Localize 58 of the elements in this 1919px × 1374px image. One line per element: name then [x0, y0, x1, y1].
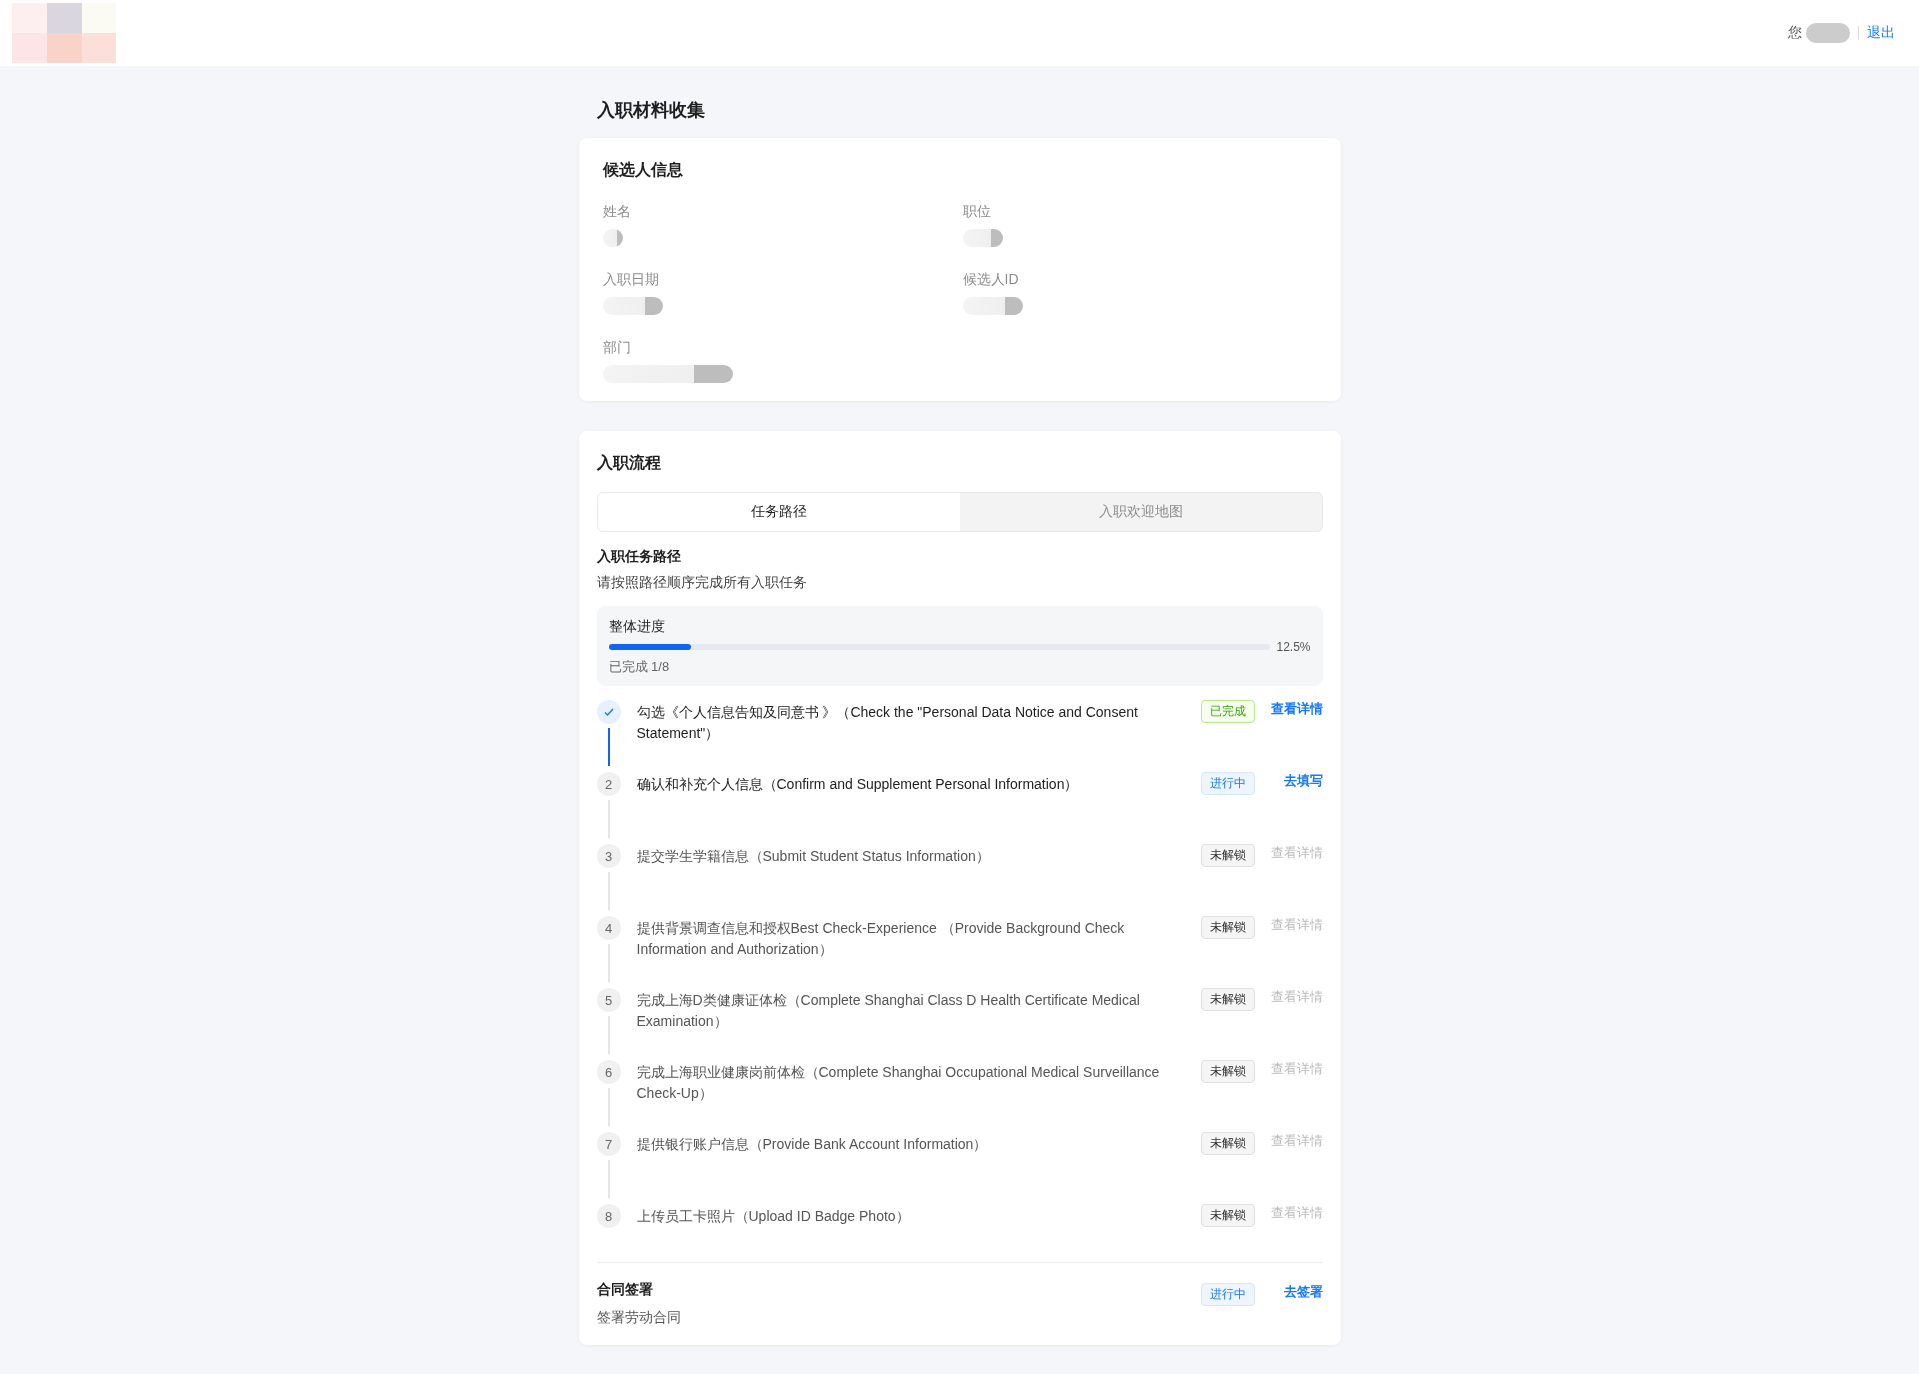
- step-number: 6: [596, 1060, 621, 1084]
- redacted-value: [962, 297, 1023, 315]
- status-tag: 已完成: [1200, 700, 1255, 723]
- contract-title: 合同签署: [596, 1281, 654, 1299]
- logout-link[interactable]: 退出: [1867, 24, 1895, 42]
- progress-percent: 12.5%: [1276, 640, 1311, 654]
- section-title: 入职任务路径: [596, 548, 682, 566]
- status-tag: 未解锁: [1200, 1060, 1255, 1083]
- card-title: 候选人信息: [601, 160, 684, 180]
- redacted-value: [602, 297, 663, 315]
- step-text: 提供背景调查信息和授权Best Check-Experience （Provide Background Check Information and Authorization）: [636, 919, 1126, 959]
- status-tag: 未解锁: [1200, 988, 1255, 1011]
- user-avatar: [1806, 23, 1850, 43]
- sign-link[interactable]: 去签署: [1270, 1283, 1323, 1301]
- step-link[interactable]: 查看详情: [1270, 1060, 1323, 1078]
- progress-label: 整体进度: [608, 618, 666, 636]
- tab[interactable]: 入职欢迎地图: [959, 493, 1322, 531]
- page-title: 入职材料收集: [596, 99, 706, 122]
- step-number: 8: [596, 1204, 621, 1228]
- status-tag: 进行中: [1200, 772, 1255, 795]
- field-label: 候选人ID: [962, 271, 1020, 289]
- step-link[interactable]: 去填写: [1270, 772, 1323, 790]
- redacted-value: [602, 229, 623, 247]
- field-label: 部门: [602, 339, 632, 357]
- field-label: 职位: [962, 203, 992, 221]
- step-text: 完成上海职业健康岗前体检（Complete Shanghai Occupational Medical Surveillance Check-Up）: [636, 1063, 1161, 1103]
- step-number: 2: [596, 772, 621, 796]
- tab[interactable]: 任务路径: [597, 493, 960, 531]
- status-tag: 未解锁: [1200, 916, 1255, 939]
- step-link[interactable]: 查看详情: [1270, 700, 1323, 718]
- status-tag: 未解锁: [1200, 844, 1255, 867]
- check-icon: [596, 700, 621, 724]
- step-text: 提供银行账户信息（Provide Bank Account Information）: [636, 1135, 989, 1154]
- step-number: 5: [596, 988, 621, 1012]
- step-text: 确认和补充个人信息（Confirm and Supplement Personal Information）: [636, 775, 1080, 794]
- contract-subtitle: 签署劳动合同: [596, 1309, 681, 1327]
- step-link[interactable]: 查看详情: [1270, 1204, 1323, 1222]
- status-tag: 未解锁: [1200, 1204, 1255, 1227]
- progress-count: 已完成 1/8: [608, 658, 671, 676]
- step-text: 完成上海D类健康证体检（Complete Shanghai Class D Health Certificate Medical Examination）: [636, 991, 1141, 1031]
- step-text: 勾选《个人信息告知及同意书 》（Check the "Personal Data Notice and Consent Statement"）: [636, 703, 1139, 743]
- field-label: 姓名: [602, 203, 632, 221]
- status-tag: 进行中: [1200, 1283, 1255, 1306]
- step-link[interactable]: 查看详情: [1270, 1132, 1323, 1150]
- section-subtitle: 请按照路径顺序完成所有入职任务: [596, 574, 808, 592]
- greeting-text: 您: [1788, 24, 1802, 42]
- step-text: 提交学生学籍信息（Submit Student Status Information）: [636, 847, 991, 866]
- step-link[interactable]: 查看详情: [1270, 844, 1323, 862]
- step-number: 3: [596, 844, 621, 868]
- step-link[interactable]: 查看详情: [1270, 988, 1323, 1006]
- step-number: 7: [596, 1132, 621, 1156]
- status-tag: 未解锁: [1200, 1132, 1255, 1155]
- step-link[interactable]: 查看详情: [1270, 916, 1323, 934]
- field-label: 入职日期: [602, 271, 660, 289]
- card-title: 入职流程: [596, 453, 662, 473]
- step-text: 上传员工卡照片（Upload ID Badge Photo）: [636, 1207, 911, 1226]
- step-number: 4: [596, 916, 621, 940]
- redacted-value: [962, 229, 1003, 247]
